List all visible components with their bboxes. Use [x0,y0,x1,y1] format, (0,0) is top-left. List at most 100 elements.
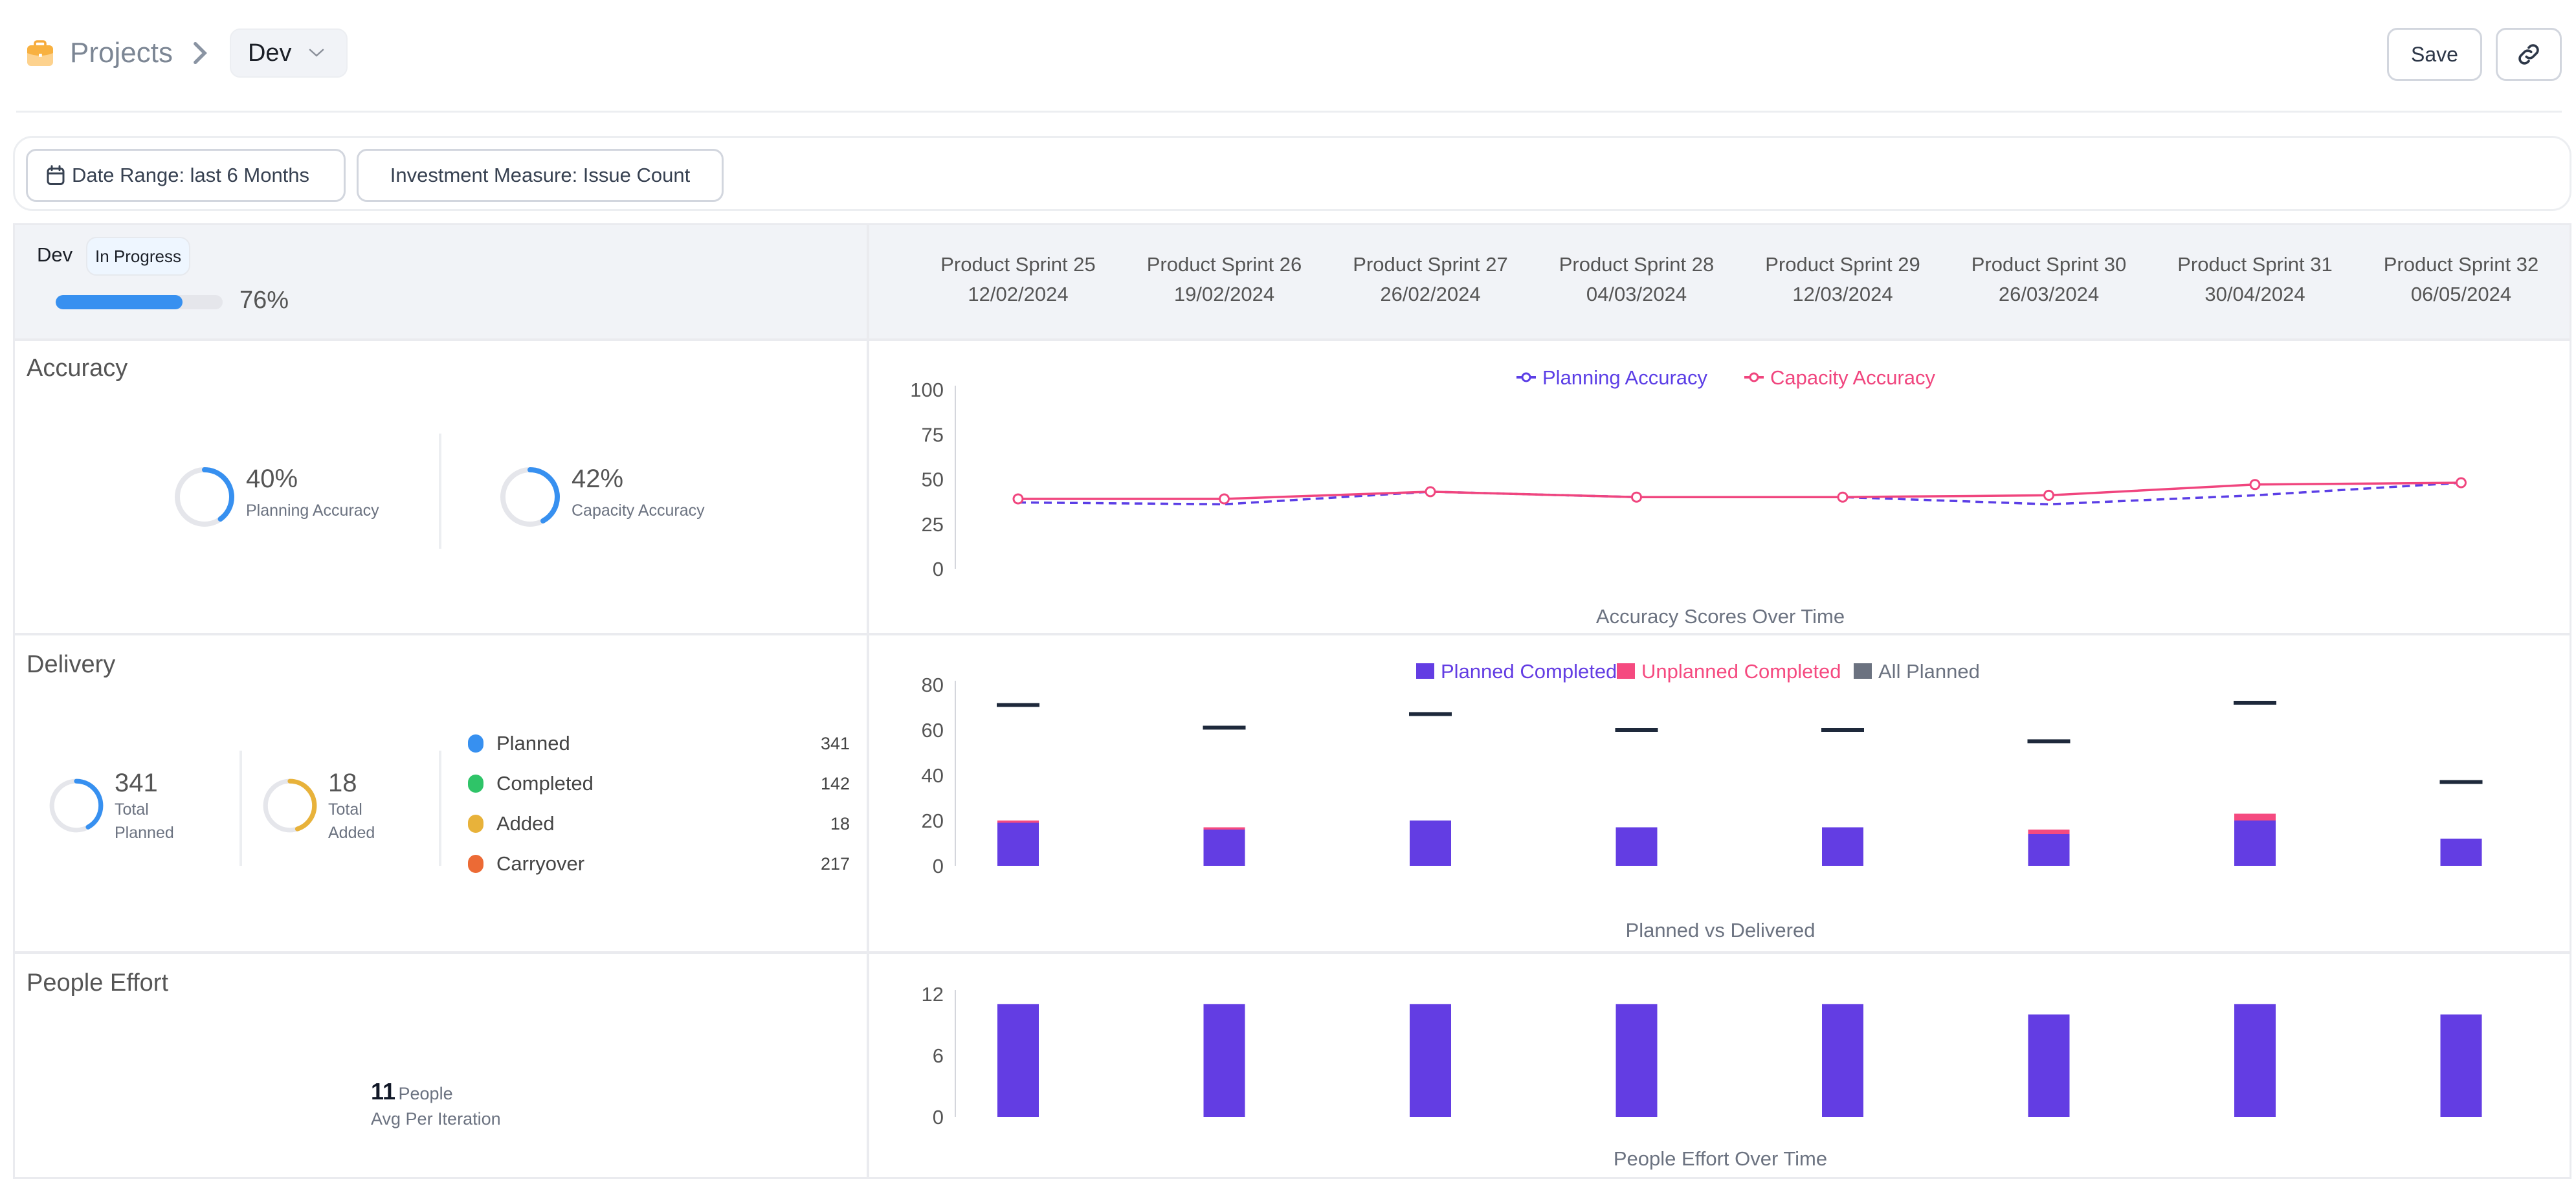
sprint-date: 26/03/2024 [1998,283,2100,305]
data-point [1012,493,1024,505]
chart-title: Planned vs Delivered [1626,919,1815,942]
marker-all-planned [1409,712,1452,716]
legend-item-2: All Planned [1854,660,1980,683]
bar-planned-completed [2028,834,2070,866]
sprint-name: Product Sprint 27 [1353,253,1508,276]
legend-label: Planned Completed [1441,660,1617,683]
sprint-header: Product Sprint 32 06/05/2024 [2358,250,2565,309]
project-dropdown[interactable]: Dev [229,28,348,78]
legend-swatch-icon [1617,663,1635,679]
sprint-date: 12/03/2024 [1792,283,1893,305]
progress-percent: 76% [239,287,289,314]
sprint-date: 26/02/2024 [1380,283,1481,305]
chevron-right-icon [194,42,207,64]
chart-title: People Effort Over Time [1614,1147,1827,1170]
people-avg-label: Avg Per Iteration [371,1109,501,1129]
marker-all-planned [1821,728,1864,732]
data-point [1219,493,1230,505]
briefcase-icon [27,40,53,66]
legend-item-1: Capacity Accuracy [1744,366,1935,389]
y-tick-label: 0 [933,558,944,580]
investment-measure-label: Investment Measure: Issue Count [390,164,691,186]
link-icon [2518,44,2539,65]
sprint-date: 19/02/2024 [1173,283,1275,305]
sprint-date: 30/04/2024 [2204,283,2305,305]
copy-link-button[interactable] [2496,28,2562,81]
data-point [2249,479,2261,490]
bar-unplanned-completed [997,821,1039,823]
bar-people-effort [2028,1014,2070,1117]
sprint-header: Product Sprint 29 12/03/2024 [1739,250,1946,309]
y-tick-label: 25 [922,513,944,536]
breadcrumb-projects-link[interactable]: Projects [70,37,173,69]
bar-people-effort [2440,1014,2482,1117]
sprint-header: Product Sprint 26 19/02/2024 [1121,250,1328,309]
sprint-metrics-grid: Dev In Progress 76% Product Sprint 25 12/… [13,223,2571,1179]
total-planned-label-line1: Total [115,800,149,819]
capacity-accuracy-label: Capacity Accuracy [572,501,705,520]
stat-divider [439,434,441,549]
bar-planned-completed [1203,830,1245,866]
sprint-name: Product Sprint 25 [940,253,1096,276]
y-tick-label: 75 [922,423,944,446]
data-point [2456,477,2467,489]
total-added-label-line2: Added [328,824,375,842]
bar-planned-completed [1616,827,1658,866]
bar-unplanned-completed [1203,827,1245,830]
y-tick-label: 100 [910,379,944,401]
data-point [2043,489,2054,501]
sprint-header: Product Sprint 30 26/03/2024 [1946,250,2153,309]
marker-all-planned [1203,725,1246,730]
people-effort-chart: 0 6 12 People Effort Over Time [922,983,2482,1170]
data-point [1631,491,1642,503]
sprint-name: Product Sprint 29 [1765,253,1920,276]
sprint-date: 12/02/2024 [968,283,1069,305]
bar-planned-completed [997,822,1039,866]
investment-measure-filter[interactable]: Investment Measure: Issue Count [357,149,724,202]
planning-accuracy-ring [175,467,234,527]
delivery-chart: 0 20 40 60 80 Planned Completed Unplanned Comp… [922,660,2483,942]
series-line-capacity [1018,481,2461,500]
delivery-legend-item: Completed 142 [468,772,850,795]
legend-value: 142 [820,773,850,793]
filter-bar: Date Range: last 6 Months Investment Mea… [13,136,2571,211]
total-planned-stat: 341 Total Planned [47,769,174,844]
sprint-date: 06/05/2024 [2410,283,2512,305]
sprint-header: Product Sprint 28 04/03/2024 [1533,250,1740,309]
legend-marker-icon [1749,372,1759,382]
bar-planned-completed [2440,839,2482,866]
sprint-header: Product Sprint 25 12/02/2024 [915,250,1122,309]
sprint-name: Product Sprint 30 [1971,253,2127,276]
capacity-accuracy-value: 42% [572,465,624,493]
header-divider [16,111,2562,113]
sprint-date: 04/03/2024 [1586,283,1687,305]
legend-label: Planning Accuracy [1542,366,1708,389]
save-button[interactable]: Save [2387,28,2482,81]
chevron-down-icon [309,49,324,57]
date-range-filter[interactable]: Date Range: last 6 Months [26,149,346,202]
sprint-name: Product Sprint 32 [2383,253,2539,276]
bar-people-effort [1822,1004,1863,1117]
delivery-legend-item: Added 18 [468,812,850,835]
project-dropdown-label: Dev [247,39,292,67]
capacity-accuracy-ring [500,467,560,527]
y-tick-label: 80 [922,674,944,696]
bar-people-effort [2234,1004,2276,1117]
total-added-ring [263,778,317,833]
legend-value: 341 [820,733,850,753]
legend-marker-icon [1521,372,1531,382]
legend-label: All Planned [1878,660,1980,683]
sprint-name: Product Sprint 28 [1559,253,1715,276]
planning-accuracy-value: 40% [246,465,298,493]
legend-label: Planned [496,732,570,755]
total-added-value: 18 [328,769,357,797]
data-point [1837,491,1849,503]
legend-label: Added [496,812,555,835]
data-point [1425,486,1436,498]
y-tick-label: 60 [922,719,944,742]
legend-label: Capacity Accuracy [1770,366,1935,389]
accuracy-title: Accuracy [27,355,128,382]
accuracy-chart: 0 25 50 75 100 Planning Accuracy Capacity Accu… [910,366,2467,628]
total-planned-label-line2: Planned [115,824,174,842]
total-added-label-line1: Total [328,800,362,819]
